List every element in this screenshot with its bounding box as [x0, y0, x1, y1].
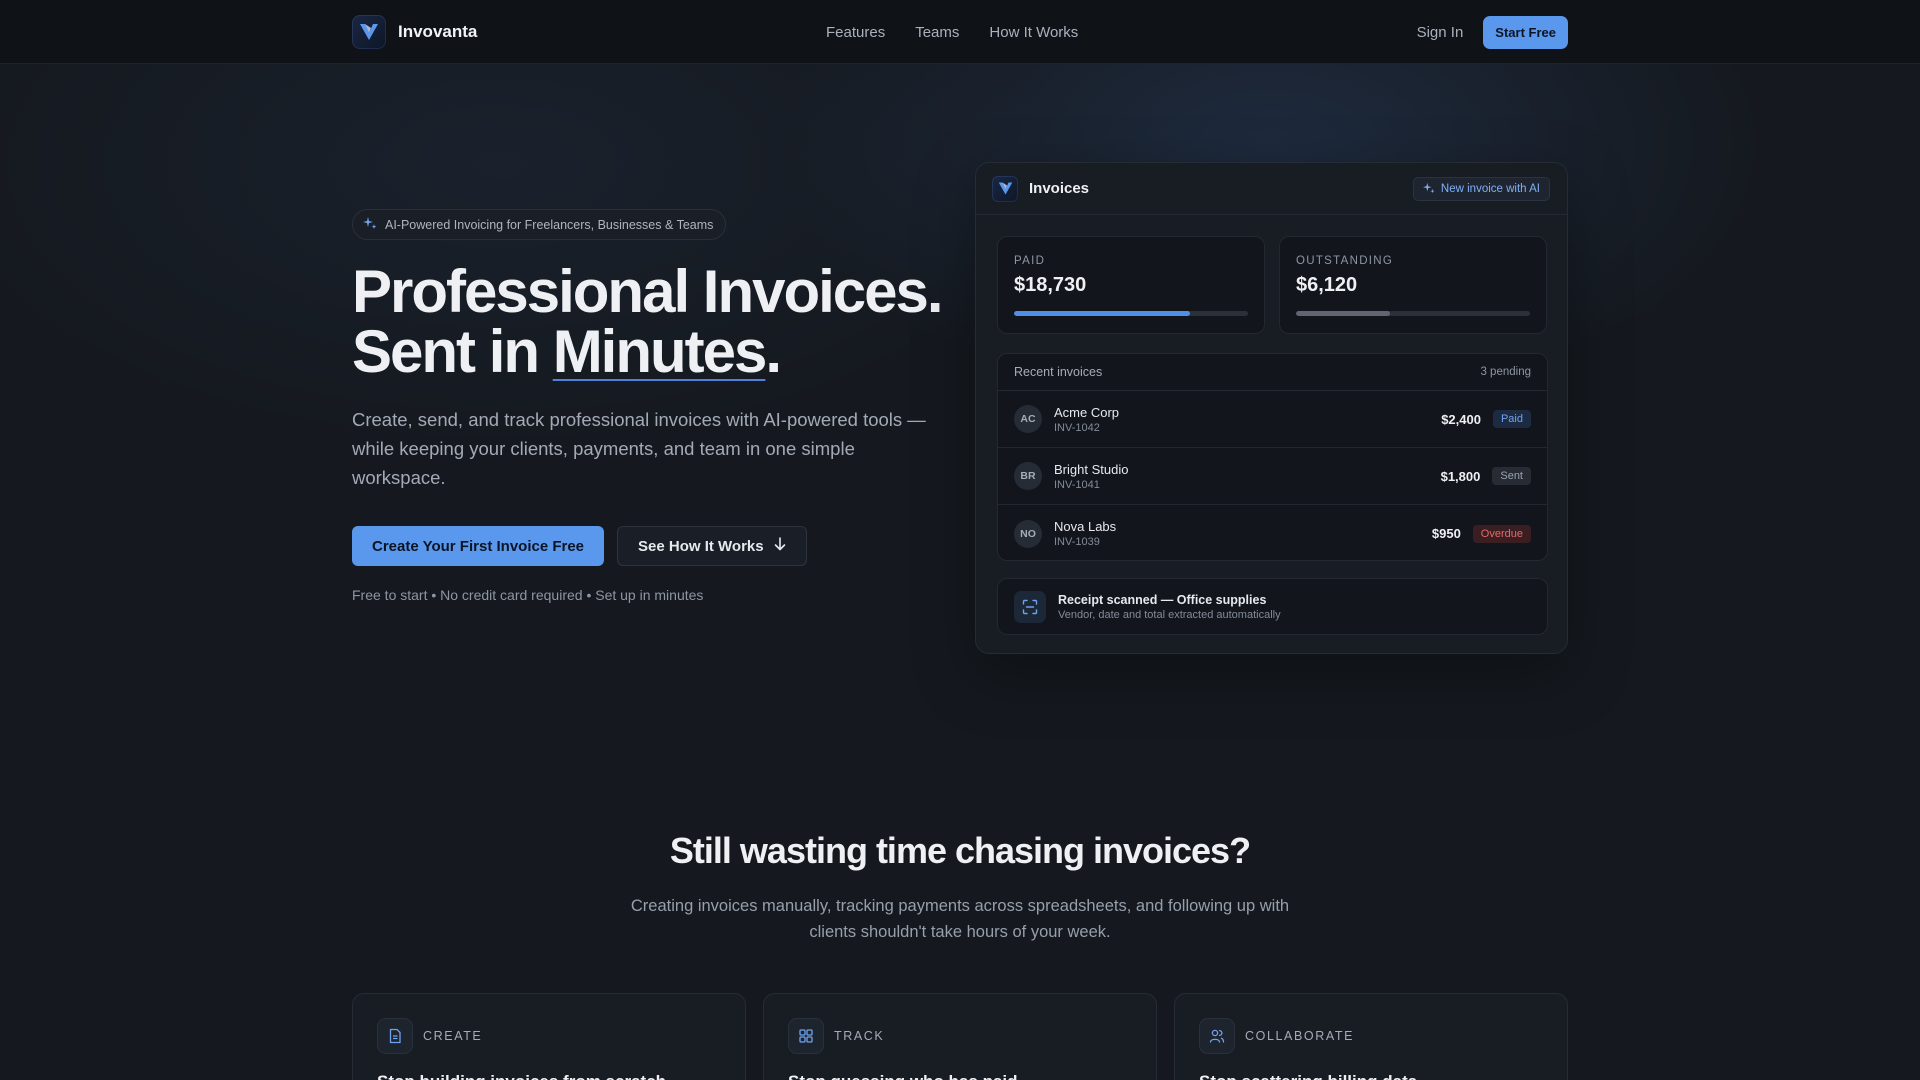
paid-progress-fill [1014, 311, 1190, 316]
invoice-row[interactable]: BR Bright Studio INV-1041 $1,800 Sent [998, 448, 1547, 505]
see-how-it-works-label: See How It Works [638, 537, 764, 555]
start-free-button[interactable]: Start Free [1483, 15, 1568, 49]
feature-label: TRACK [834, 1029, 885, 1043]
hero-title-emphasis: Minutes [552, 318, 768, 385]
avatar: NO [1014, 519, 1042, 548]
hero-fine-print: Free to start • No credit card required … [352, 587, 704, 603]
invoice-amount: $2,400 [1441, 411, 1481, 427]
brand-logo[interactable]: Invovanta [352, 15, 477, 49]
recent-invoices-title: Recent invoices [1014, 365, 1103, 379]
invoice-amount: $950 [1431, 526, 1461, 541]
invoice-preview-card: Invoices New invoice with AI PAID $18,73… [975, 162, 1568, 654]
create-invoice-button-label: Create Your First Invoice Free [372, 537, 585, 555]
invoice-row[interactable]: AC Acme Corp INV-1042 $2,400 Paid [998, 391, 1547, 448]
status-badge: Sent [1492, 467, 1531, 485]
nav-link-teams[interactable]: Teams [915, 24, 959, 41]
feature-heading: Stop guessing who has paid [788, 1072, 1018, 1080]
grid-icon [788, 1018, 824, 1054]
problem-section-title: Still wasting time chasing invoices? [669, 830, 1251, 871]
status-badge: Overdue [1472, 524, 1531, 543]
logo-icon [352, 15, 386, 49]
feature-card-track[interactable]: TRACK Stop guessing who has paid [763, 993, 1157, 1080]
invoice-id: INV-1042 [1054, 421, 1100, 434]
invoice-card-header: Invoices New invoice with AI [976, 163, 1567, 215]
client-name: Nova Labs [1054, 519, 1117, 534]
feature-label: COLLABORATE [1245, 1029, 1355, 1043]
receipt-title: Receipt scanned — Office supplies [1058, 592, 1267, 607]
brand-name: Invovanta [398, 22, 478, 41]
sparkle-icon [363, 216, 377, 233]
feature-card-collaborate[interactable]: COLLABORATE Stop scattering billing data [1174, 993, 1568, 1080]
create-invoice-button[interactable]: Create Your First Invoice Free [352, 526, 605, 566]
client-name: Bright Studio [1054, 461, 1129, 477]
paid-stat: PAID $18,730 [997, 236, 1265, 334]
scan-icon [1014, 590, 1046, 623]
invoice-amount: $1,800 [1440, 468, 1481, 484]
logo-icon [992, 175, 1018, 202]
outstanding-progress-bar [1296, 311, 1530, 316]
pending-count: 3 pending [1480, 366, 1531, 378]
problem-section-subtitle: Creating invoices manually, tracking pay… [630, 897, 1290, 941]
feature-card-create[interactable]: CREATE Stop building invoices from scrat… [352, 993, 746, 1080]
paid-stat-label: PAID [1014, 255, 1046, 267]
status-badge: Paid [1492, 410, 1531, 428]
avatar: BR [1014, 462, 1042, 490]
hero-background [0, 64, 1920, 764]
receipt-scanned-notice[interactable]: Receipt scanned — Office supplies Vendor… [997, 578, 1548, 635]
invoice-row[interactable]: NO Nova Labs INV-1039 $950 Overdue [998, 505, 1547, 560]
hero-pill-text: AI-Powered Invoicing for Freelancers, Bu… [385, 217, 714, 232]
paid-progress-bar [1014, 311, 1248, 316]
invoice-id: INV-1041 [1054, 478, 1100, 491]
nav-link-features[interactable]: Features [826, 24, 885, 41]
invoice-card-title: Invoices [1029, 180, 1090, 197]
arrow-down-icon [774, 537, 786, 555]
hero-title: Professional Invoices. Sent in Minutes. [352, 262, 952, 382]
new-invoice-ai-label: New invoice with AI [1440, 183, 1540, 195]
sign-in-link[interactable]: Sign In [1417, 24, 1464, 41]
nav-link-how-it-works[interactable]: How It Works [989, 24, 1078, 41]
hero-title-line1: Professional Invoices. [352, 258, 944, 325]
feature-heading: Stop scattering billing data [1199, 1072, 1417, 1080]
feature-label: CREATE [423, 1029, 483, 1043]
invoice-id: INV-1039 [1054, 536, 1100, 548]
hero-pill: AI-Powered Invoicing for Freelancers, Bu… [352, 209, 727, 240]
hero-title-line2-prefix: Sent in [352, 318, 553, 385]
document-icon [377, 1018, 413, 1054]
outstanding-stat: OUTSTANDING $6,120 [1279, 236, 1547, 334]
receipt-subtitle: Vendor, date and total extracted automat… [1058, 608, 1281, 621]
outstanding-stat-value: $6,120 [1296, 274, 1358, 296]
top-nav: Invovanta Features Teams How It Works Si… [0, 0, 1920, 64]
users-icon [1199, 1018, 1235, 1054]
recent-invoices-header: Recent invoices 3 pending [998, 354, 1547, 391]
client-name: Acme Corp [1054, 404, 1120, 420]
paid-stat-value: $18,730 [1014, 274, 1087, 296]
outstanding-progress-fill [1296, 311, 1390, 316]
feature-heading: Stop building invoices from scratch [377, 1072, 666, 1080]
see-how-it-works-button[interactable]: See How It Works [617, 526, 807, 566]
hero-subtitle: Create, send, and track professional inv… [352, 409, 926, 488]
new-invoice-ai-button[interactable]: New invoice with AI [1412, 177, 1550, 201]
recent-invoices-panel: Recent invoices 3 pending AC Acme Corp I… [997, 353, 1548, 561]
hero-title-line2-suffix: . [765, 318, 782, 385]
avatar: AC [1014, 405, 1042, 433]
sparkle-icon [1422, 182, 1435, 197]
outstanding-stat-label: OUTSTANDING [1296, 255, 1394, 267]
